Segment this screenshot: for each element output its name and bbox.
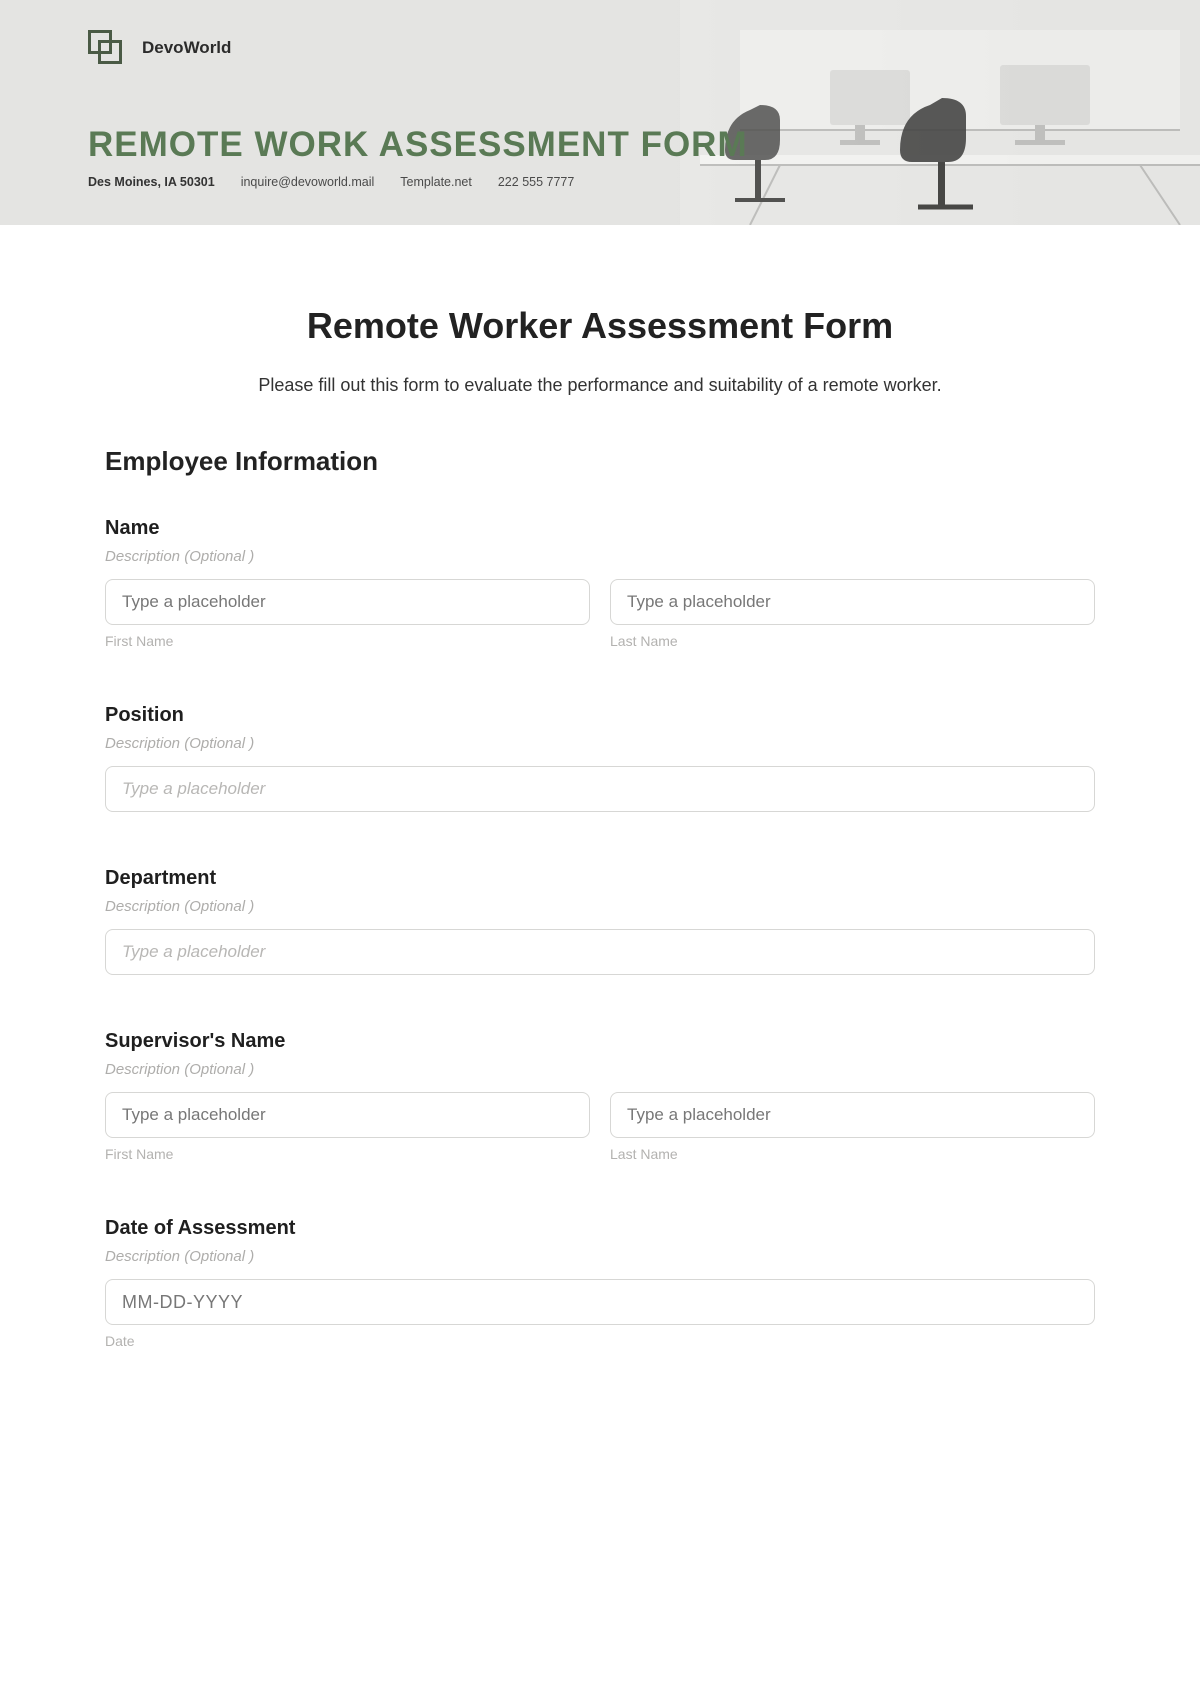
position-input[interactable] [105,766,1095,812]
form-title: Remote Worker Assessment Form [105,305,1095,347]
field-department-label: Department [105,867,1095,890]
field-name-label: Name [105,517,1095,540]
header-site: Template.net [400,175,472,189]
brand-row: DevoWorld [88,30,231,66]
department-input[interactable] [105,929,1095,975]
field-department: Department Description (Optional ) [105,867,1095,975]
supervisor-first-name-sublabel: First Name [105,1146,590,1162]
header-phone: 222 555 7777 [498,175,574,189]
field-position-label: Position [105,704,1095,727]
office-background-image [680,0,1200,225]
date-sublabel: Date [105,1333,1095,1349]
field-supervisor-desc: Description (Optional ) [105,1061,1095,1078]
header-meta: Des Moines, IA 50301 inquire@devoworld.m… [88,175,574,189]
form-intro: Please fill out this form to evaluate th… [105,375,1095,396]
date-input[interactable] [105,1279,1095,1325]
field-supervisor-label: Supervisor's Name [105,1030,1095,1053]
first-name-input[interactable] [105,579,590,625]
section-employee-info-title: Employee Information [105,446,1095,477]
field-position: Position Description (Optional ) [105,704,1095,812]
last-name-sublabel: Last Name [610,633,1095,649]
field-date: Date of Assessment Description (Optional… [105,1217,1095,1349]
last-name-input[interactable] [610,579,1095,625]
field-name: Name Description (Optional ) First Name … [105,517,1095,649]
field-position-desc: Description (Optional ) [105,735,1095,752]
header-email: inquire@devoworld.mail [241,175,375,189]
brand-name: DevoWorld [142,38,231,58]
field-date-desc: Description (Optional ) [105,1248,1095,1265]
field-supervisor: Supervisor's Name Description (Optional … [105,1030,1095,1162]
field-department-desc: Description (Optional ) [105,898,1095,915]
form-content: Remote Worker Assessment Form Please fil… [0,225,1200,1399]
supervisor-last-name-input[interactable] [610,1092,1095,1138]
first-name-sublabel: First Name [105,633,590,649]
supervisor-first-name-input[interactable] [105,1092,590,1138]
header-address: Des Moines, IA 50301 [88,175,215,189]
header-banner: DevoWorld REMOTE WORK ASSESSMENT FORM De… [0,0,1200,225]
header-title: REMOTE WORK ASSESSMENT FORM [88,125,748,165]
supervisor-last-name-sublabel: Last Name [610,1146,1095,1162]
field-name-desc: Description (Optional ) [105,548,1095,565]
brand-logo-icon [88,30,124,66]
field-date-label: Date of Assessment [105,1217,1095,1240]
